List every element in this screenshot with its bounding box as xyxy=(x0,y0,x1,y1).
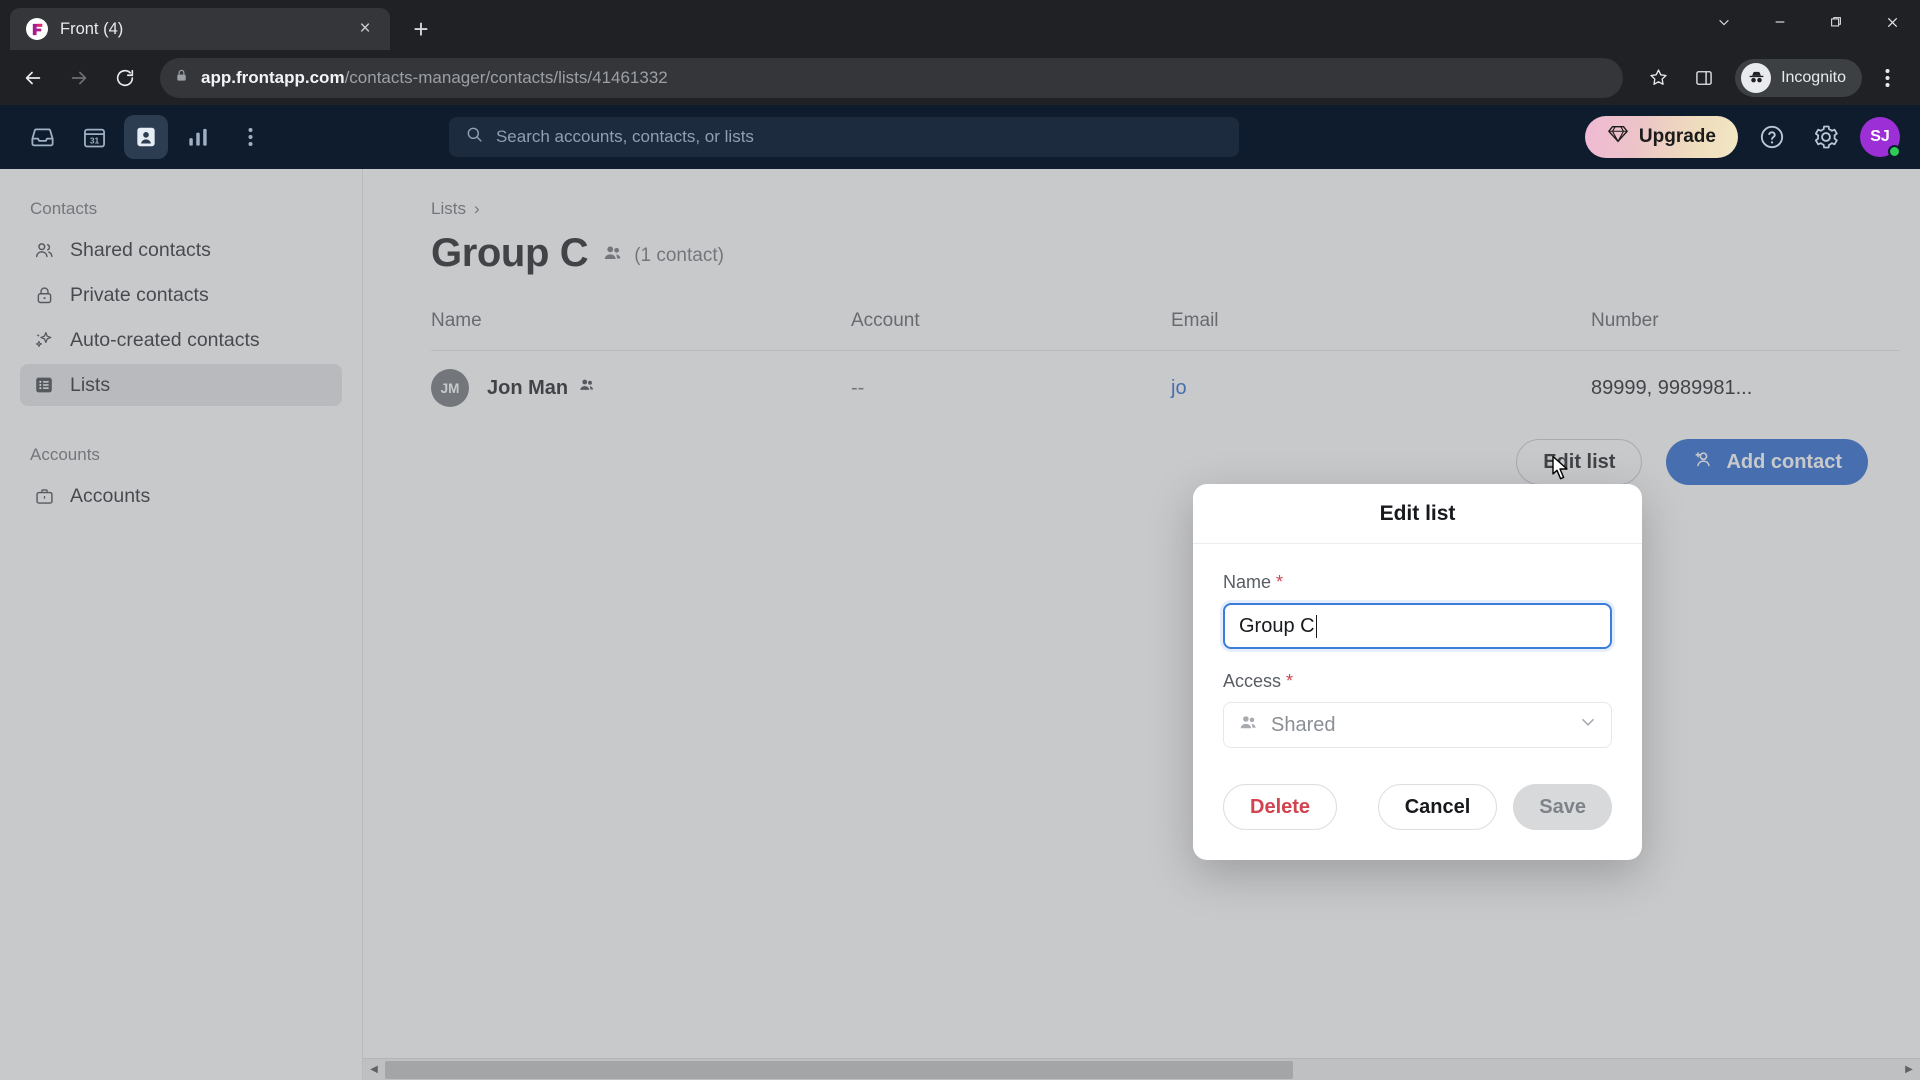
required-asterisk: * xyxy=(1286,671,1294,691)
star-icon[interactable] xyxy=(1637,57,1679,99)
help-circle-icon[interactable] xyxy=(1752,117,1792,157)
tab-title: Front (4) xyxy=(60,19,124,38)
inbox-icon[interactable] xyxy=(20,115,64,159)
search-input[interactable]: Search accounts, contacts, or lists xyxy=(448,117,1239,157)
side-panel-icon[interactable] xyxy=(1683,57,1725,99)
window-controls xyxy=(1696,0,1920,44)
close-icon[interactable]: × xyxy=(352,16,378,42)
search-placeholder: Search accounts, contacts, or lists xyxy=(495,127,754,146)
chevron-down-icon xyxy=(1579,713,1597,737)
name-label-text: Name xyxy=(1223,572,1272,592)
browser-tab[interactable]: Front (4) × xyxy=(10,8,390,50)
app-body: Contacts Shared contacts Private contact… xyxy=(0,169,1920,1080)
avatar[interactable]: SJ xyxy=(1859,117,1901,158)
incognito-profile-button[interactable]: Incognito xyxy=(1735,58,1862,97)
tab-strip: Front (4) × + xyxy=(0,0,1920,50)
tab-search-chevron-icon[interactable] xyxy=(1696,0,1752,44)
close-window-icon[interactable] xyxy=(1864,0,1920,44)
front-app: 31 Search accounts, contacts, or lists U… xyxy=(0,105,1920,1080)
avatar-initials: SJ xyxy=(1870,128,1890,145)
incognito-hat-icon xyxy=(1741,62,1772,93)
delete-button[interactable]: Delete xyxy=(1223,784,1338,830)
reload-icon[interactable] xyxy=(104,57,146,99)
dialog-footer: Delete Cancel Save xyxy=(1193,766,1642,860)
access-label-text: Access xyxy=(1223,671,1282,691)
text-cursor xyxy=(1315,614,1318,638)
save-button: Save xyxy=(1513,784,1612,830)
svg-text:31: 31 xyxy=(89,135,99,145)
online-status-dot xyxy=(1887,145,1901,158)
new-tab-button[interactable]: + xyxy=(404,12,438,46)
url-path: /contacts-manager/contacts/lists/4146133… xyxy=(344,67,668,87)
incognito-label: Incognito xyxy=(1781,68,1846,86)
browser-toolbar: app.frontapp.com/contacts-manager/contac… xyxy=(0,50,1920,105)
back-arrow-icon[interactable] xyxy=(12,57,54,99)
address-bar-url: app.frontapp.com/contacts-manager/contac… xyxy=(201,68,668,88)
mouse-cursor xyxy=(1551,455,1571,488)
browser-window: Front (4) × + app.frontapp.com/contacts-… xyxy=(0,0,1920,1080)
name-input[interactable]: Group C xyxy=(1223,603,1612,649)
diamond-icon xyxy=(1607,123,1629,151)
search-icon xyxy=(465,125,484,149)
access-field-label: Access * xyxy=(1223,671,1612,692)
forward-arrow-icon[interactable] xyxy=(58,57,100,99)
required-asterisk: * xyxy=(1276,572,1284,592)
app-header-actions: Upgrade SJ xyxy=(1584,116,1901,158)
maximize-icon[interactable] xyxy=(1808,0,1864,44)
edit-list-dialog: Edit list Name * Group C Access * Shared… xyxy=(1193,484,1642,860)
cancel-button[interactable]: Cancel xyxy=(1377,784,1498,830)
dialog-title: Edit list xyxy=(1193,484,1642,544)
access-select-value: Shared xyxy=(1271,713,1336,736)
lock-icon xyxy=(174,68,189,88)
app-header: 31 Search accounts, contacts, or lists U… xyxy=(0,105,1920,169)
address-bar[interactable]: app.frontapp.com/contacts-manager/contac… xyxy=(160,57,1624,98)
analytics-icon[interactable] xyxy=(176,115,220,159)
upgrade-label: Upgrade xyxy=(1638,126,1716,147)
upgrade-button[interactable]: Upgrade xyxy=(1584,116,1738,158)
contacts-icon[interactable] xyxy=(124,115,168,159)
gear-icon[interactable] xyxy=(1806,117,1846,157)
dialog-body: Name * Group C Access * Shared xyxy=(1193,544,1642,766)
front-logo-icon xyxy=(26,18,48,40)
name-field-label: Name * xyxy=(1223,572,1612,593)
more-icon[interactable] xyxy=(228,115,272,159)
access-select[interactable]: Shared xyxy=(1223,702,1612,748)
url-domain: app.frontapp.com xyxy=(201,67,345,87)
minimize-icon[interactable] xyxy=(1752,0,1808,44)
calendar-icon[interactable]: 31 xyxy=(72,115,116,159)
three-dot-menu-icon[interactable] xyxy=(1866,57,1908,99)
people-icon xyxy=(1238,712,1259,739)
name-input-value: Group C xyxy=(1239,614,1315,637)
